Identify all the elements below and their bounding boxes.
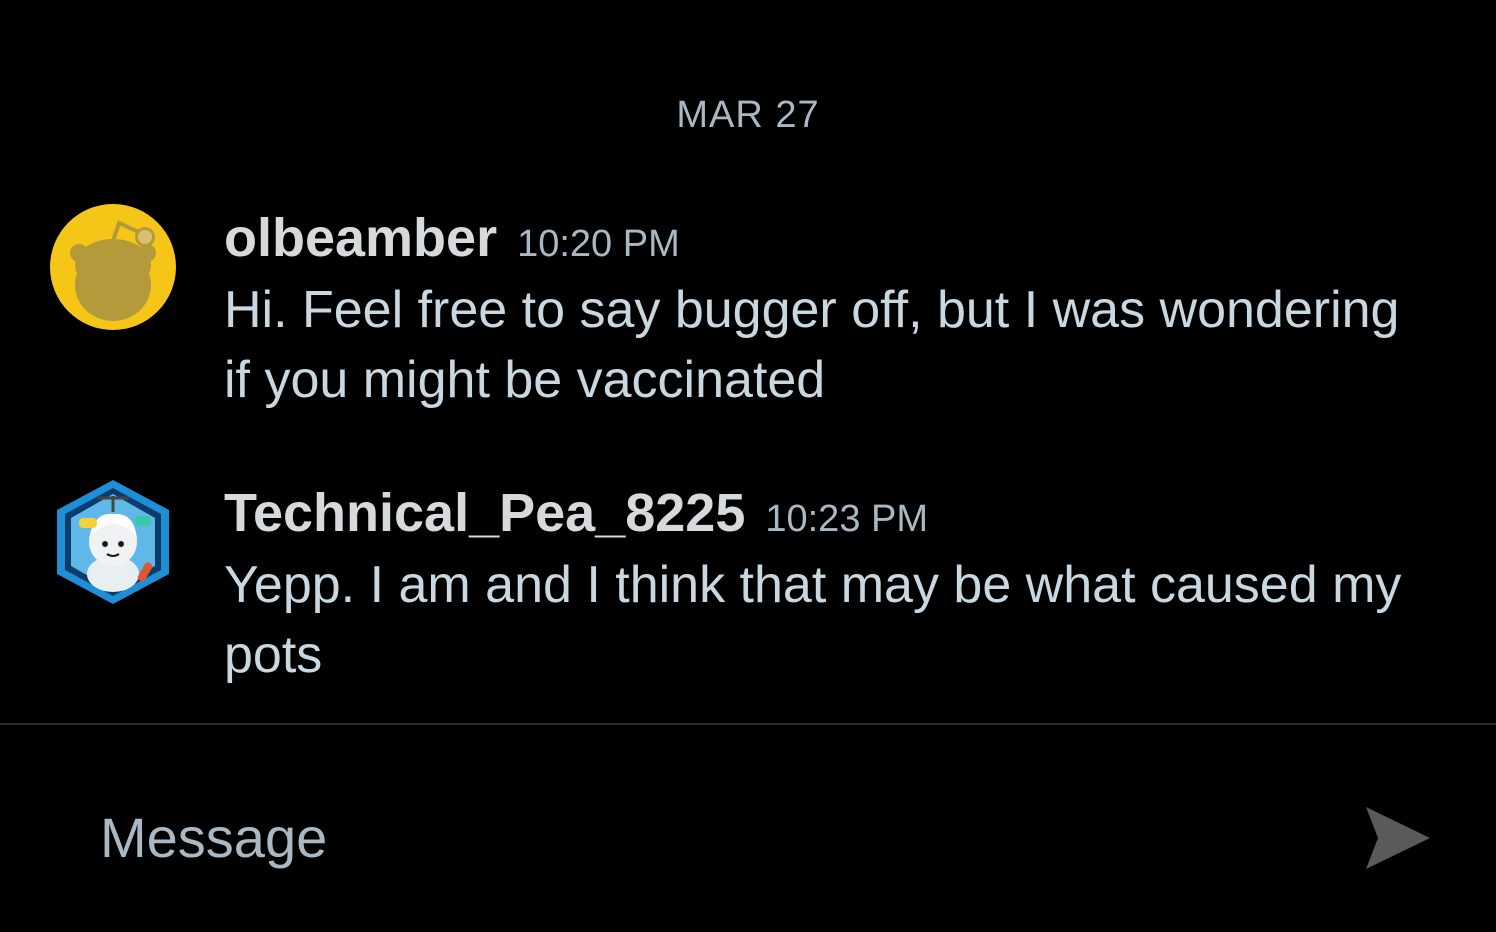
username[interactable]: Technical_Pea_8225	[224, 482, 745, 544]
user-avatar[interactable]	[49, 203, 177, 331]
message-body: olbeamber 10:20 PM Hi. Feel free to say …	[224, 207, 1404, 415]
message-composer	[0, 725, 1496, 932]
message-header: Technical_Pea_8225 10:23 PM	[224, 482, 1404, 548]
send-arrow-icon	[1366, 807, 1430, 869]
snoo-avatar-icon	[50, 204, 176, 330]
message-body: Technical_Pea_8225 10:23 PM Yepp. I am a…	[224, 482, 1404, 690]
message-header: olbeamber 10:20 PM	[224, 207, 1404, 273]
custom-snoo-avatar-icon	[57, 480, 169, 604]
date-separator: MAR 27	[676, 94, 820, 136]
send-button[interactable]	[1362, 805, 1432, 871]
timestamp: 10:20 PM	[517, 223, 680, 265]
user-avatar[interactable]	[49, 478, 177, 606]
username[interactable]: olbeamber	[224, 207, 497, 269]
timestamp: 10:23 PM	[765, 498, 929, 540]
message-text: Hi. Feel free to say bugger off, but I w…	[224, 281, 1400, 409]
message-input[interactable]	[100, 797, 1300, 877]
message-text: Yepp. I am and I think that may be what …	[224, 556, 1402, 684]
